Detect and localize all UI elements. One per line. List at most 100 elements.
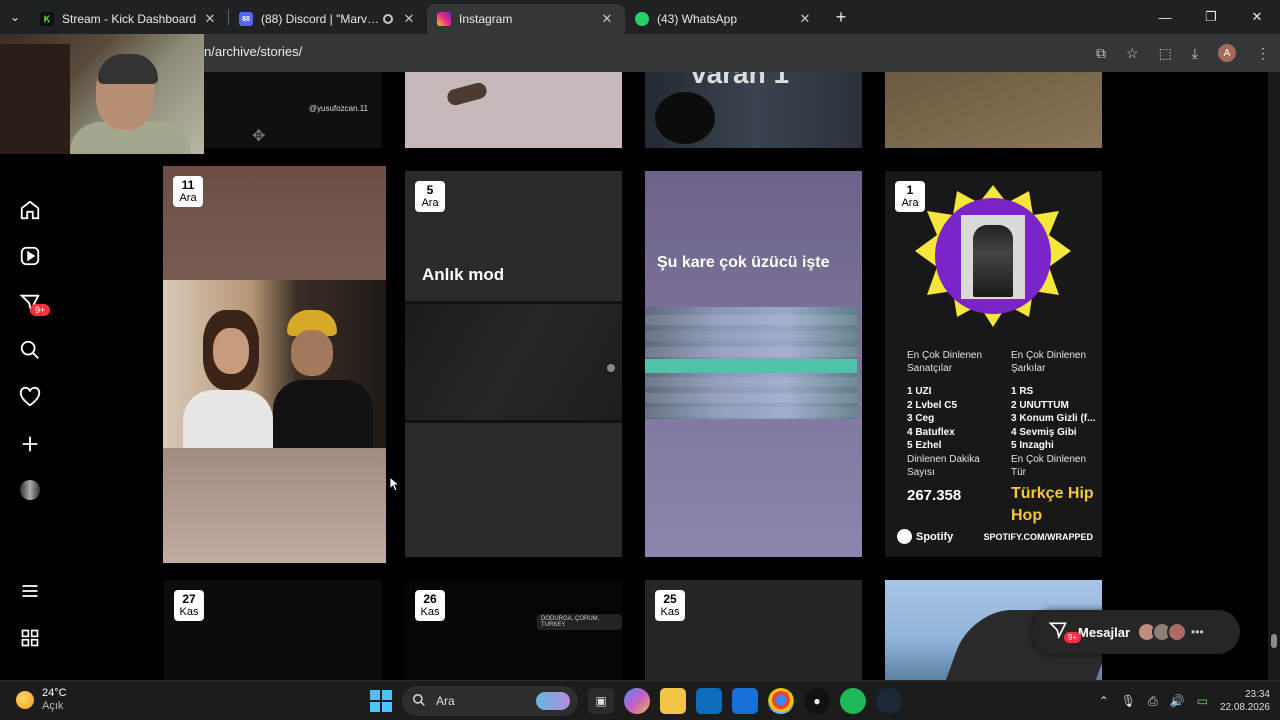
story-thumbnail[interactable]: 1 Ara En Çok Dinlenen Sanatçılar 1 UZI 2…: [885, 171, 1102, 557]
battery-icon[interactable]: ▭: [1197, 694, 1208, 708]
search-placeholder: Ara: [436, 694, 455, 708]
close-icon[interactable]: ✕: [797, 11, 813, 27]
tab-search-button[interactable]: ⌄: [0, 0, 30, 34]
file-explorer-icon[interactable]: [660, 688, 686, 714]
conversation-avatars: [1137, 622, 1188, 642]
artist-item: 5 Ezhel: [907, 440, 942, 451]
artist-item: 2 Lvbel C5: [907, 399, 958, 411]
spotify-icon[interactable]: [840, 688, 866, 714]
minimize-icon[interactable]: —: [1142, 0, 1188, 34]
weather-text: 24°C Açık: [42, 687, 67, 713]
story-thumbnail[interactable]: Şu kare çok üzücü işte: [645, 171, 862, 557]
bookmark-star-icon[interactable]: ☆: [1126, 45, 1139, 62]
reels-icon[interactable]: [18, 244, 42, 268]
windows-start-icon[interactable]: [370, 690, 392, 712]
story-thumbnail[interactable]: [405, 72, 622, 148]
close-icon[interactable]: ✕: [401, 11, 417, 27]
copilot-icon[interactable]: [624, 688, 650, 714]
tab-discord[interactable]: 88 (88) Discord | "Marvel Hakkı ✕: [229, 4, 427, 34]
steam-icon[interactable]: [876, 688, 902, 714]
close-window-icon[interactable]: ✕: [1234, 0, 1280, 34]
story-thumbnail[interactable]: 25 Kas: [645, 580, 862, 680]
webcam-overlay: [0, 34, 204, 154]
tab-instagram[interactable]: Instagram ✕: [427, 4, 625, 34]
kebab-menu-icon[interactable]: ⋮: [1256, 45, 1270, 62]
profile-avatar[interactable]: A: [1218, 44, 1236, 62]
story-thumbnail[interactable]: varan 1: [645, 72, 862, 148]
obs-icon[interactable]: ●: [804, 688, 830, 714]
new-tab-button[interactable]: +: [827, 3, 855, 31]
outlook-icon[interactable]: [732, 688, 758, 714]
discord-icon: 88: [239, 12, 253, 26]
search-highlight-icon: [536, 692, 570, 710]
windows-taskbar: 24°C Açık Ara ▣ ● ⌃ 🎙 ⎙ 🔊 ▭ 23:34 22.08.…: [0, 680, 1280, 720]
song-item: 3 Konum Gizli (f...: [1011, 413, 1096, 424]
date-month: Ara: [421, 197, 439, 209]
notifications-icon[interactable]: [18, 385, 42, 409]
taskbar-search[interactable]: Ara: [402, 686, 578, 716]
spotify-url: SPOTIFY.COM/WRAPPED: [983, 531, 1093, 542]
close-icon[interactable]: ✕: [599, 11, 615, 27]
mouse-cursor-icon: [389, 476, 401, 492]
kick-icon: K: [40, 12, 54, 26]
story-date-badge: 11 Ara: [173, 176, 203, 207]
address-bar[interactable]: n/archive/stories/: [204, 44, 302, 59]
top-artists: En Çok Dinlenen Sanatçılar 1 UZI 2 Lvbel…: [907, 349, 993, 453]
genre-value: Türkçe Hip Hop: [1011, 485, 1094, 524]
minutes-value: 267.358: [907, 487, 962, 504]
weather-widget[interactable]: 24°C Açık: [16, 687, 67, 713]
home-icon[interactable]: [18, 198, 42, 222]
tab-kick[interactable]: K Stream - Kick Dashboard ✕: [30, 4, 228, 34]
download-icon[interactable]: ⤓: [1192, 45, 1198, 62]
spotify-brand: Spotify: [916, 530, 954, 543]
sketch-icon: ✥: [252, 128, 266, 145]
tab-whatsapp[interactable]: (43) WhatsApp ✕: [625, 4, 823, 34]
clock[interactable]: 23:34 22.08.2026: [1220, 688, 1270, 714]
date-day: 1: [906, 183, 914, 197]
story-thumbnail[interactable]: 27 Kas: [164, 580, 382, 680]
messages-pill[interactable]: 9+ Mesajlar •••: [1032, 610, 1240, 654]
install-app-icon[interactable]: ⧉: [1096, 45, 1106, 62]
menu-icon[interactable]: [18, 579, 42, 603]
instagram-icon: [437, 12, 451, 26]
volume-icon[interactable]: 🔊: [1170, 694, 1185, 708]
tab-title: (88) Discord | "Marvel Hakkı: [261, 12, 383, 26]
create-icon[interactable]: [18, 432, 42, 456]
song-item: 1 RS: [1011, 386, 1034, 397]
page-scrollbar[interactable]: [1268, 72, 1280, 680]
story-thumbnail[interactable]: 11 Ara: [163, 166, 386, 563]
avatar: [1167, 622, 1188, 642]
apps-icon[interactable]: [18, 626, 42, 650]
profile-avatar[interactable]: [18, 478, 42, 502]
system-tray: ⌃ 🎙 ⎙ 🔊 ▭ 23:34 22.08.2026: [1099, 685, 1270, 717]
artist-item: 4 Batuflex: [907, 426, 955, 438]
chrome-icon[interactable]: [768, 688, 794, 714]
minutes-stat: Dinlenen Dakika Sayısı 267.358: [907, 453, 993, 527]
person-face: [213, 328, 249, 374]
scrollbar-thumb[interactable]: [1271, 634, 1277, 648]
microphone-icon[interactable]: 🎙: [1121, 694, 1136, 708]
song-item: 2 UNUTTUM: [1011, 399, 1069, 411]
story-thumbnail[interactable]: [885, 72, 1102, 148]
location-sticker: DODURGA, ÇORUM, TURKEY: [537, 614, 622, 630]
story-thumbnail[interactable]: @yusufozcan.11 ✥: [204, 72, 382, 148]
search-icon[interactable]: [18, 338, 42, 362]
taskbar-apps: Ara ▣ ●: [370, 685, 902, 717]
minutes-header: Dinlenen Dakika Sayısı: [907, 454, 980, 478]
chevron-up-icon[interactable]: ⌃: [1099, 694, 1109, 708]
spotify-stats: Dinlenen Dakika Sayısı 267.358 En Çok Di…: [907, 453, 1097, 527]
story-thumbnail[interactable]: 26 Kas DODURGA, ÇORUM, TURKEY: [405, 580, 622, 680]
date-month: Ara: [901, 197, 919, 209]
close-icon[interactable]: ✕: [202, 11, 218, 27]
microsoft-store-icon[interactable]: [696, 688, 722, 714]
story-photo: [405, 301, 622, 423]
network-icon[interactable]: ⎙: [1148, 694, 1158, 709]
browser-tab-strip: ⌄ K Stream - Kick Dashboard ✕ 88 (88) Di…: [0, 0, 1280, 34]
maximize-icon[interactable]: ❐: [1188, 0, 1234, 34]
story-thumbnail[interactable]: 5 Ara Anlık mod: [405, 171, 622, 557]
instagram-sidebar: [0, 154, 60, 680]
extensions-icon[interactable]: ⬚: [1159, 45, 1172, 62]
story-date-badge: 27 Kas: [174, 590, 204, 621]
person-face: [291, 330, 333, 376]
task-view-icon[interactable]: ▣: [588, 688, 614, 714]
